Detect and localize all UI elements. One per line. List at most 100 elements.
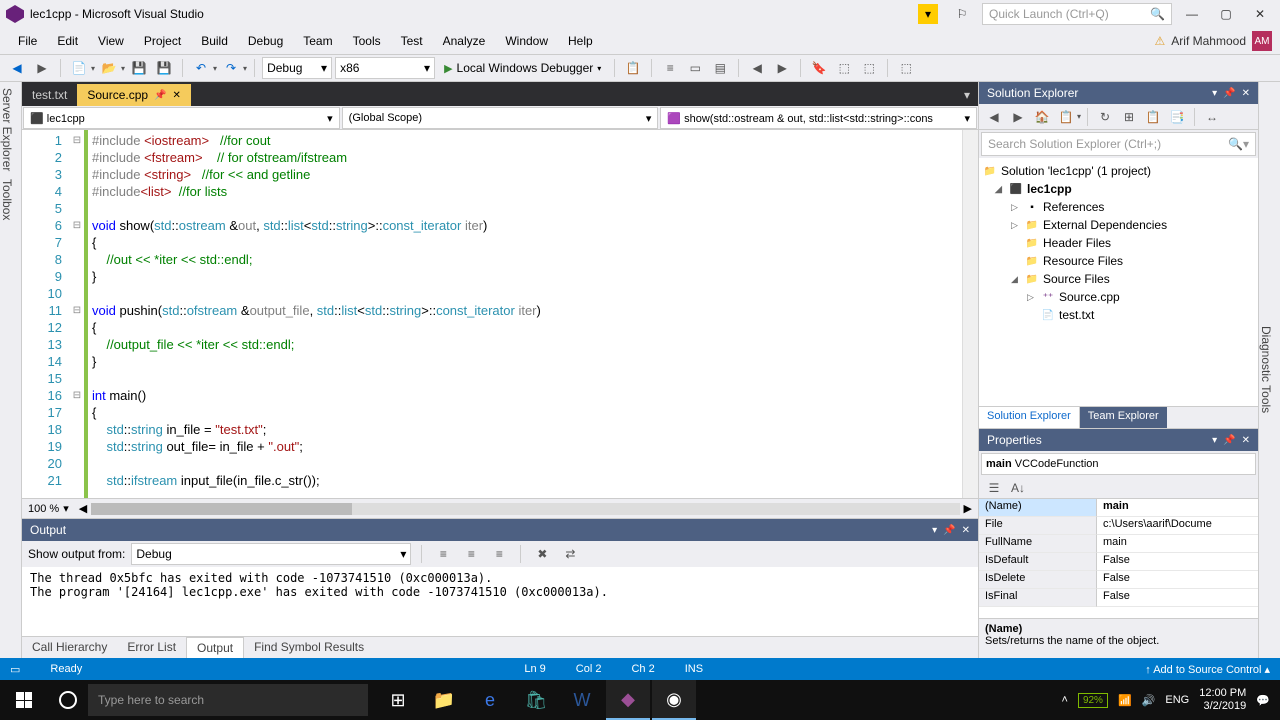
new-project-button[interactable]: 📄 bbox=[68, 57, 90, 79]
menu-view[interactable]: View bbox=[88, 30, 134, 52]
output-toggle[interactable]: ⇄ bbox=[559, 543, 581, 565]
tray-up-icon[interactable]: ˄ bbox=[1062, 694, 1068, 706]
server-explorer-tab[interactable]: Server Explorer bbox=[0, 88, 21, 171]
tool-btn-5[interactable]: ⬚ bbox=[833, 57, 855, 79]
edge-icon[interactable]: e bbox=[468, 680, 512, 720]
close-button[interactable]: ✕ bbox=[1246, 3, 1274, 25]
sln-back[interactable]: ◀ bbox=[983, 106, 1005, 128]
notifications-icon[interactable]: 💬 bbox=[1256, 694, 1270, 707]
wifi-icon[interactable]: 📶 bbox=[1118, 694, 1132, 707]
output-from-select[interactable]: Debug▾ bbox=[131, 543, 411, 565]
start-debug-button[interactable]: ▶ Local Windows Debugger ▾ bbox=[438, 57, 607, 79]
sln-refresh[interactable]: ↻ bbox=[1094, 106, 1116, 128]
maximize-button[interactable]: ▢ bbox=[1212, 3, 1240, 25]
nav-scope-namespace[interactable]: (Global Scope)▾ bbox=[342, 107, 659, 129]
sln-fwd[interactable]: ▶ bbox=[1007, 106, 1029, 128]
tree-source-cpp[interactable]: ▷⁺⁺Source.cpp bbox=[979, 288, 1258, 306]
tab-call-hierarchy[interactable]: Call Hierarchy bbox=[22, 637, 117, 658]
props-object-select[interactable]: main VCCodeFunction bbox=[981, 453, 1256, 475]
tree-test-txt[interactable]: 📄test.txt bbox=[979, 306, 1258, 324]
save-button[interactable]: 💾 bbox=[128, 57, 150, 79]
tool-btn-7[interactable]: ⬚ bbox=[895, 57, 917, 79]
menu-project[interactable]: Project bbox=[134, 30, 191, 52]
output-tool-2[interactable]: ≡ bbox=[460, 543, 482, 565]
menu-file[interactable]: File bbox=[8, 30, 47, 52]
status-scm[interactable]: ↑ Add to Source Control ▴ bbox=[1145, 663, 1270, 676]
start-button[interactable] bbox=[0, 680, 48, 720]
back-button[interactable]: ◀ bbox=[6, 57, 28, 79]
taskbar-search[interactable]: Type here to search bbox=[88, 684, 368, 716]
redo-button[interactable]: ↷ bbox=[220, 57, 242, 79]
notification-icon[interactable]: ▾ bbox=[918, 4, 938, 24]
properties-grid[interactable]: (Name)mainFilec:\Users\aarif\DocumeFullN… bbox=[979, 499, 1258, 618]
open-file-button[interactable]: 📂 bbox=[98, 57, 120, 79]
menu-test[interactable]: Test bbox=[391, 30, 433, 52]
tab-test-txt[interactable]: test.txt bbox=[22, 84, 77, 106]
props-cat[interactable]: ☰ bbox=[983, 477, 1005, 499]
pin-icon[interactable]: 📌 bbox=[154, 90, 166, 101]
output-tool-3[interactable]: ≡ bbox=[488, 543, 510, 565]
sln-header[interactable]: Solution Explorer ▾📌✕ bbox=[979, 82, 1258, 104]
bookmark-button[interactable]: 🔖 bbox=[808, 57, 830, 79]
indent-in-button[interactable]: ▶ bbox=[771, 57, 793, 79]
menu-tools[interactable]: Tools bbox=[343, 30, 391, 52]
output-tool-1[interactable]: ≡ bbox=[432, 543, 454, 565]
config-select[interactable]: Debug▾ bbox=[262, 57, 332, 79]
menu-edit[interactable]: Edit bbox=[47, 30, 88, 52]
props-az[interactable]: A↓ bbox=[1007, 477, 1029, 499]
menu-build[interactable]: Build bbox=[191, 30, 238, 52]
tool-btn-1[interactable]: 📋 bbox=[622, 57, 644, 79]
panel-dropdown-icon[interactable]: ▾ bbox=[932, 525, 937, 536]
user-name[interactable]: Arif Mahmood bbox=[1171, 34, 1246, 48]
close-icon[interactable]: ✕ bbox=[173, 90, 181, 101]
obs-icon[interactable]: ◉ bbox=[652, 680, 696, 720]
vs-taskbar-icon[interactable]: ◆ bbox=[606, 680, 650, 720]
tab-output[interactable]: Output bbox=[186, 637, 244, 658]
tool-btn-3[interactable]: ▭ bbox=[684, 57, 706, 79]
volume-icon[interactable]: 🔊 bbox=[1142, 694, 1156, 707]
platform-select[interactable]: x86▾ bbox=[335, 57, 435, 79]
panel-close-icon[interactable]: ✕ bbox=[962, 525, 970, 536]
props-header[interactable]: Properties ▾📌✕ bbox=[979, 429, 1258, 451]
sln-search-input[interactable]: Search Solution Explorer (Ctrl+;) 🔍▾ bbox=[981, 132, 1256, 156]
tree-header-files[interactable]: 📁Header Files bbox=[979, 234, 1258, 252]
tabs-dropdown[interactable]: ▾ bbox=[956, 84, 978, 106]
tree-source-files[interactable]: ◢📁Source Files bbox=[979, 270, 1258, 288]
sln-tool-4[interactable]: 📑 bbox=[1166, 106, 1188, 128]
toolbox-tab[interactable]: Toolbox bbox=[0, 179, 21, 220]
undo-button[interactable]: ↶ bbox=[190, 57, 212, 79]
tab-error-list[interactable]: Error List bbox=[117, 637, 186, 658]
tree-resource-files[interactable]: 📁Resource Files bbox=[979, 252, 1258, 270]
vertical-scrollbar[interactable] bbox=[962, 130, 978, 498]
sln-tool-3[interactable]: 📋 bbox=[1142, 106, 1164, 128]
sln-tab-solution[interactable]: Solution Explorer bbox=[979, 407, 1080, 428]
tab-find-symbol[interactable]: Find Symbol Results bbox=[244, 637, 374, 658]
forward-button[interactable]: ▶ bbox=[31, 57, 53, 79]
sln-tool-2[interactable]: ⊞ bbox=[1118, 106, 1140, 128]
panel-pin-icon[interactable]: 📌 bbox=[943, 525, 955, 536]
menu-help[interactable]: Help bbox=[558, 30, 603, 52]
output-text[interactable]: The thread 0x5bfc has exited with code -… bbox=[22, 567, 978, 636]
sln-tab-team[interactable]: Team Explorer bbox=[1080, 407, 1167, 428]
menu-window[interactable]: Window bbox=[495, 30, 558, 52]
cortana-button[interactable] bbox=[48, 691, 88, 709]
solution-tree[interactable]: 📁Solution 'lec1cpp' (1 project) ◢⬛lec1cp… bbox=[979, 158, 1258, 406]
quick-launch-input[interactable]: Quick Launch (Ctrl+Q) 🔍 bbox=[982, 3, 1172, 25]
warning-icon[interactable]: ⚠ bbox=[1155, 34, 1166, 48]
menu-debug[interactable]: Debug bbox=[238, 30, 293, 52]
lang-indicator[interactable]: ENG bbox=[1165, 694, 1189, 706]
store-icon[interactable]: 🛍 bbox=[514, 680, 558, 720]
minimize-button[interactable]: — bbox=[1178, 3, 1206, 25]
tab-source-cpp[interactable]: Source.cpp 📌 ✕ bbox=[77, 84, 191, 106]
save-all-button[interactable]: 💾 bbox=[153, 57, 175, 79]
nav-scope-project[interactable]: ⬛ lec1cpp▾ bbox=[23, 107, 340, 129]
clock[interactable]: 12:00 PM 3/2/2019 bbox=[1199, 687, 1246, 713]
menu-analyze[interactable]: Analyze bbox=[433, 30, 496, 52]
task-view-icon[interactable]: ⊞ bbox=[376, 680, 420, 720]
output-header[interactable]: Output ▾ 📌 ✕ bbox=[22, 519, 978, 541]
code-editor[interactable]: 123456789101112131415161718192021 ⊟ ⊟ ⊟ … bbox=[22, 130, 978, 498]
tool-btn-4[interactable]: ▤ bbox=[709, 57, 731, 79]
tool-btn-2[interactable]: ≡ bbox=[659, 57, 681, 79]
word-icon[interactable]: W bbox=[560, 680, 604, 720]
battery-icon[interactable]: 92% bbox=[1078, 693, 1108, 708]
